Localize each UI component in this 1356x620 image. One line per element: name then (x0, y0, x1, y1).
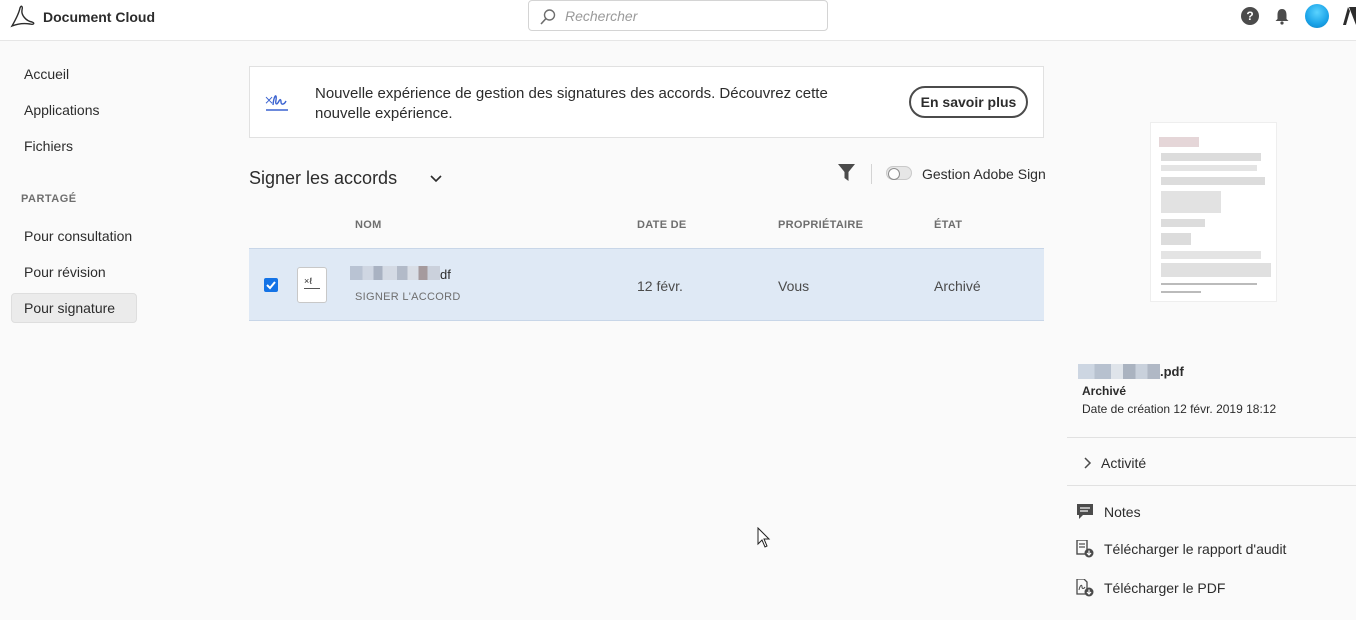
adobe-logo-icon[interactable] (1343, 7, 1356, 25)
acrobat-logo-icon[interactable] (9, 5, 35, 29)
banner-text: Nouvelle expérience de gestion des signa… (315, 85, 828, 122)
sidebar-item-pour-revision[interactable]: Pour révision (24, 264, 106, 280)
new-experience-banner: × Nouvelle expérience de gestion des sig… (249, 66, 1044, 138)
file-subtitle: SIGNER L'ACCORD (355, 291, 461, 303)
download-audit-report-action[interactable]: Télécharger le rapport d'audit (1104, 541, 1286, 557)
activity-toggle[interactable]: Activité (1101, 455, 1146, 471)
row-date: 12 févr. (637, 278, 683, 294)
chevron-down-icon[interactable] (429, 172, 443, 186)
row-status: Archivé (934, 278, 981, 294)
sidebar-item-applications[interactable]: Applications (24, 102, 100, 118)
download-pdf-icon[interactable] (1076, 579, 1094, 597)
avatar[interactable] (1305, 4, 1329, 28)
row-checkbox[interactable] (264, 278, 278, 292)
notification-bell-icon[interactable] (1273, 7, 1291, 25)
sidebar-item-fichiers[interactable]: Fichiers (24, 138, 73, 154)
document-preview-thumbnail[interactable] (1150, 122, 1277, 302)
learn-more-button[interactable]: En savoir plus (909, 86, 1028, 118)
sidebar-item-accueil[interactable]: Accueil (24, 66, 69, 82)
signature-icon: × (264, 93, 288, 111)
filter-icon[interactable] (838, 164, 855, 182)
search-placeholder: Rechercher (565, 8, 638, 24)
top-bar: Document Cloud Rechercher ? (0, 0, 1356, 41)
file-name-redacted (350, 266, 440, 280)
page-title: Signer les accords (249, 168, 398, 188)
detail-created-date: Date de création 12 févr. 2019 18:12 (1082, 402, 1277, 416)
toolbar-divider (871, 164, 872, 184)
sidebar-item-pour-consultation[interactable]: Pour consultation (24, 228, 132, 244)
sidebar-item-pour-signature-label[interactable]: Pour signature (24, 300, 115, 316)
search-input[interactable]: Rechercher (528, 0, 828, 31)
detail-file-name-redacted (1078, 364, 1160, 379)
detail-status: Archivé (1082, 384, 1127, 398)
adobe-sign-toggle[interactable] (886, 166, 912, 180)
divider (1067, 437, 1356, 438)
comment-icon[interactable] (1076, 503, 1094, 521)
download-pdf-action[interactable]: Télécharger le PDF (1104, 580, 1225, 596)
notes-action[interactable]: Notes (1104, 504, 1141, 520)
detail-file-name: .pdf (1160, 364, 1184, 379)
file-name[interactable]: df (440, 267, 451, 282)
audit-report-icon[interactable] (1076, 540, 1094, 558)
search-icon (540, 9, 556, 25)
mouse-cursor-icon (757, 527, 771, 548)
chevron-right-icon[interactable] (1082, 457, 1092, 469)
checkmark-icon (266, 281, 276, 290)
row-owner: Vous (778, 278, 810, 294)
app-title[interactable]: Document Cloud (43, 9, 155, 25)
agreement-file-icon: ×ℓ (297, 267, 327, 303)
help-icon[interactable]: ? (1241, 7, 1259, 25)
column-header-date[interactable]: DATE DE (637, 219, 687, 231)
column-header-status[interactable]: ÉTAT (934, 219, 962, 231)
sidebar-section-label: PARTAGÉ (21, 193, 77, 205)
divider (1067, 485, 1356, 486)
column-header-name[interactable]: NOM (355, 219, 382, 231)
adobe-sign-toggle-label[interactable]: Gestion Adobe Sign (922, 166, 1046, 182)
table-row[interactable]: ×ℓ df SIGNER L'ACCORD 12 févr. Vous Arch… (249, 248, 1044, 321)
column-header-owner[interactable]: PROPRIÉTAIRE (778, 219, 863, 231)
